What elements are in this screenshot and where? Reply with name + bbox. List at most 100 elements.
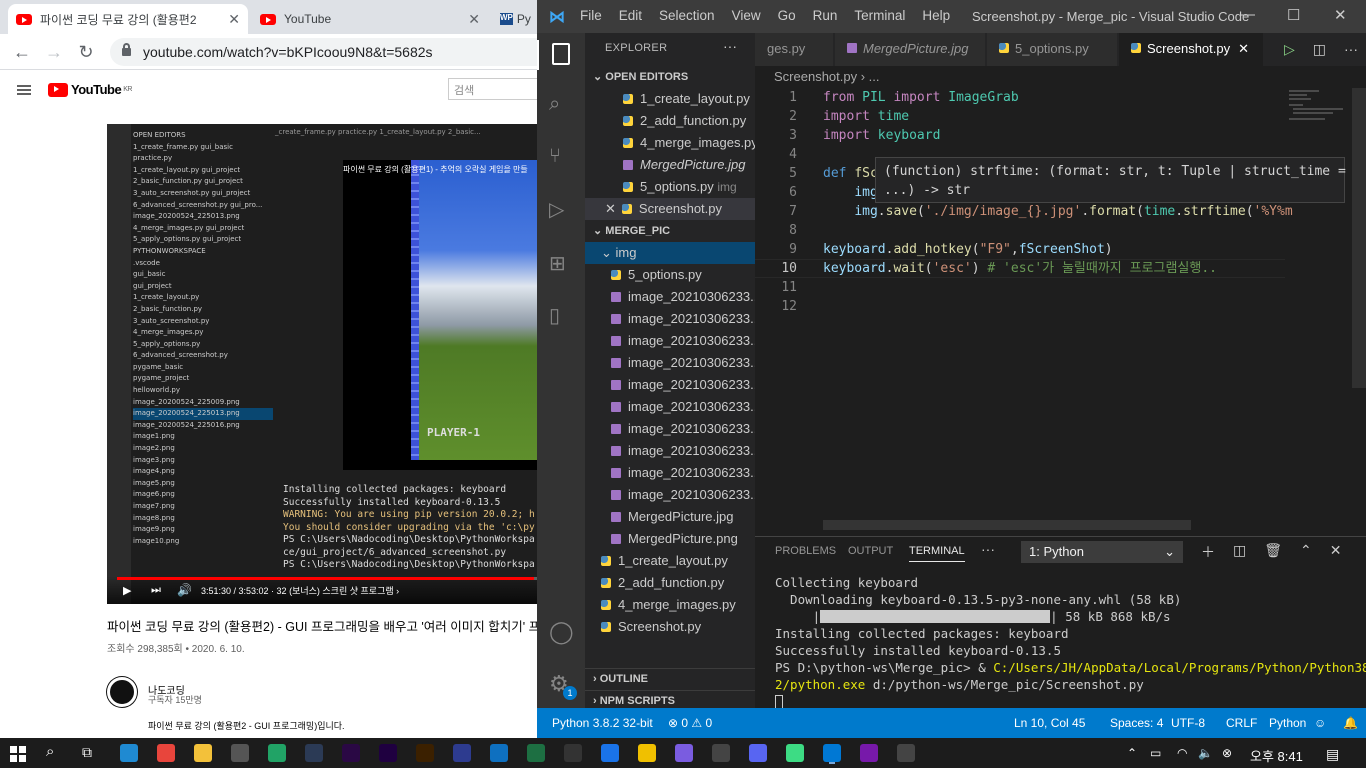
status-spaces[interactable]: Spaces: 4 — [1110, 716, 1163, 730]
accounts-icon[interactable]: ◯ — [549, 619, 574, 644]
file-item[interactable]: image_20210306233... — [585, 484, 755, 506]
file-item[interactable]: image_20210306233... — [585, 418, 755, 440]
close-icon[interactable]: ✕ — [605, 201, 616, 216]
panel-tab-problems[interactable]: PROBLEMS — [775, 545, 836, 557]
open-editor-item[interactable]: 2_add_function.py — [585, 110, 755, 132]
open-editor-item[interactable]: MergedPicture.jpg — [585, 154, 755, 176]
new-terminal-icon[interactable]: ＋ — [1201, 542, 1215, 562]
trash-icon[interactable]: 🗑 — [1264, 542, 1282, 562]
maps-app-icon[interactable] — [601, 744, 619, 762]
folder-img[interactable]: ⌄ img — [585, 242, 755, 264]
next-icon[interactable]: ⏭ — [151, 584, 161, 597]
file-item[interactable]: MergedPicture.png — [585, 528, 755, 550]
close-window-icon[interactable]: ✕ — [1334, 6, 1347, 24]
task-view-icon[interactable]: ⧉ — [82, 744, 92, 761]
status-language[interactable]: Python — [1269, 716, 1306, 730]
excel-ish-app-icon[interactable] — [268, 744, 286, 762]
back-icon[interactable]: ← — [12, 42, 32, 63]
menu-run[interactable]: Run — [813, 8, 838, 23]
onenote-app-icon[interactable] — [860, 744, 878, 762]
open-editor-item[interactable]: 1_create_layout.py — [585, 88, 755, 110]
menu-view[interactable]: View — [732, 8, 761, 23]
file-item[interactable]: 4_merge_images.py — [585, 594, 755, 616]
open-editor-item[interactable]: ✕ Screenshot.py — [585, 198, 755, 220]
discord-app-icon[interactable] — [749, 744, 767, 762]
store-app-icon[interactable] — [231, 744, 249, 762]
files-icon[interactable] — [552, 43, 570, 65]
volume-icon[interactable]: 🔊 — [177, 583, 192, 597]
close-icon[interactable]: ✕ — [1238, 41, 1249, 56]
split-editor-icon[interactable]: ◫ — [1313, 41, 1326, 58]
file-item[interactable]: image_20210306233... — [585, 374, 755, 396]
play-icon[interactable]: ▶ — [123, 584, 131, 597]
editor-tab[interactable]: MergedPicture.jpg — [835, 33, 985, 66]
video-player[interactable]: OPEN EDITORS 1_create_frame.py gui_basic p… — [107, 124, 537, 604]
after-effects-app-icon[interactable] — [379, 744, 397, 762]
breadcrumb[interactable]: Screenshot.py › ... — [774, 69, 880, 84]
premiere-app-icon[interactable] — [342, 744, 360, 762]
terminal-output[interactable]: Collecting keyboard Downloading keyboard… — [775, 574, 1366, 710]
search-icon[interactable]: ⌕ — [46, 743, 54, 760]
file-item[interactable]: image_20210306233... — [585, 462, 755, 484]
minimize-icon[interactable]: — — [1240, 6, 1255, 23]
clock[interactable]: 오후 8:41 — [1250, 746, 1303, 765]
ms-app-icon[interactable] — [897, 744, 915, 762]
editor-tab[interactable]: ges.py — [755, 33, 833, 66]
reload-icon[interactable]: ↻ — [76, 42, 96, 63]
address-bar[interactable]: youtube.com/watch?v=bKPIcoou9N8&t=5682s — [110, 38, 537, 66]
close-icon[interactable]: ✕ — [468, 11, 480, 28]
remote-icon[interactable]: ▯ — [549, 303, 573, 327]
editor-tab-active[interactable]: Screenshot.py ✕ — [1119, 33, 1263, 66]
file-item[interactable]: 5_options.py — [585, 264, 755, 286]
file-item[interactable]: image_20210306233... — [585, 440, 755, 462]
chrome-tab-py[interactable]: WP Py — [492, 4, 537, 34]
file-item[interactable]: 2_add_function.py — [585, 572, 755, 594]
cmd-app-icon[interactable] — [564, 744, 582, 762]
menu-selection[interactable]: Selection — [659, 8, 715, 23]
run-debug-icon[interactable]: ▷ — [549, 197, 573, 221]
open-editor-item[interactable]: 4_merge_images.py — [585, 132, 755, 154]
maximize-icon[interactable]: ☐ — [1287, 6, 1300, 24]
open-editor-item[interactable]: 5_options.py img — [585, 176, 755, 198]
close-icon[interactable]: ✕ — [228, 11, 240, 28]
bridge-app-icon[interactable] — [416, 744, 434, 762]
notification-off-icon[interactable]: ⊗ — [1222, 746, 1232, 760]
more-actions-icon[interactable]: ··· — [1344, 41, 1358, 58]
channel-avatar[interactable] — [107, 677, 137, 707]
vscode-app-icon[interactable] — [823, 744, 841, 762]
volume-icon[interactable]: 🔈 — [1198, 746, 1213, 760]
editor-horizontal-scrollbar[interactable] — [823, 520, 1191, 530]
menu-go[interactable]: Go — [778, 8, 796, 23]
file-item[interactable]: image_20210306233... — [585, 286, 755, 308]
npm-scripts-header[interactable]: › NPM SCRIPTS — [585, 690, 755, 708]
lightroom-app-icon[interactable] — [305, 744, 323, 762]
wifi-icon[interactable]: ◠ — [1177, 746, 1187, 760]
panel-tab-terminal[interactable]: TERMINAL — [909, 545, 965, 562]
file-item[interactable]: Screenshot.py — [585, 616, 755, 638]
youtube-search-input[interactable]: 검색 — [448, 78, 537, 100]
search-icon[interactable]: ⌕ — [549, 93, 573, 117]
minimap[interactable] — [1285, 88, 1351, 148]
tray-chevron-icon[interactable]: ⌃ — [1127, 746, 1137, 760]
youtube-logo[interactable]: YouTube KR — [48, 82, 132, 97]
files-app-icon[interactable] — [712, 744, 730, 762]
chrome-tab-video[interactable]: 파이썬 코딩 무료 강의 (활용편2 ✕ — [8, 4, 248, 34]
notes-app-icon[interactable] — [638, 744, 656, 762]
panel-tab-output[interactable]: OUTPUT — [848, 545, 893, 557]
explorer-app-icon[interactable] — [194, 744, 212, 762]
extensions-icon[interactable]: ⊞ — [549, 251, 573, 275]
status-encoding[interactable]: UTF-8 — [1171, 716, 1205, 730]
run-icon[interactable]: ▷ — [1284, 41, 1295, 58]
android-app-icon[interactable] — [786, 744, 804, 762]
split-terminal-icon[interactable]: ◫ — [1233, 542, 1246, 562]
cube-app-icon[interactable] — [490, 744, 508, 762]
more-actions-icon[interactable]: ··· — [723, 38, 737, 54]
file-item[interactable]: image_20210306233... — [585, 308, 755, 330]
status-python-version[interactable]: Python 3.8.2 32-bit — [552, 716, 653, 730]
status-position[interactable]: Ln 10, Col 45 — [1014, 716, 1085, 730]
feedback-icon[interactable]: ☺ — [1314, 716, 1326, 730]
menu-terminal[interactable]: Terminal — [854, 8, 905, 23]
open-editors-header[interactable]: ⌄ OPEN EDITORS — [585, 66, 755, 88]
file-item[interactable]: image_20210306233... — [585, 352, 755, 374]
chrome-app-icon[interactable] — [157, 744, 175, 762]
